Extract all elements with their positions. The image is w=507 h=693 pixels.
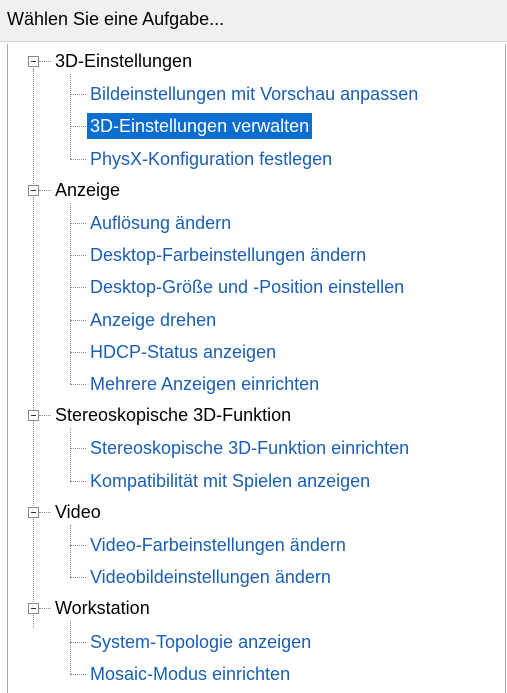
tree-connector [39,608,51,610]
tree-item-4-0[interactable]: System-Topologie anzeigen [87,629,314,655]
task-header: Wählen Sie eine Aufgabe... [0,0,507,42]
collapse-toggle-icon[interactable] [28,56,39,67]
tree-category-1[interactable]: Anzeige [55,178,120,208]
tree-connector [39,189,51,191]
tree-connector [70,673,86,675]
tree-item-3-0[interactable]: Video-Farbeinstellungen ändern [87,532,349,558]
tree-category-3[interactable]: Video [55,500,101,530]
tree-connector [39,415,51,417]
tree-connector [70,74,71,159]
tree-connector [70,126,86,128]
tree-connector [70,202,71,384]
tree-connector [70,577,86,579]
tree-item-1-3[interactable]: Anzeige drehen [87,307,219,333]
tree-connector [70,223,86,224]
tree-item-4-1[interactable]: Mosaic-Modus einrichten [87,661,293,687]
tree-item-1-4[interactable]: HDCP-Status anzeigen [87,339,279,365]
tree-connector [70,351,86,353]
tree-connector [70,621,71,674]
tree-item-0-1[interactable]: 3D-Einstellungen verwalten [87,113,313,140]
tree-category-2[interactable]: Stereoskopische 3D-Funktion [55,403,291,433]
tree-item-1-1[interactable]: Desktop-Farbeinstellungen ändern [87,242,369,268]
tree-connector [33,68,34,628]
tree-connector [70,545,86,546]
tree-connector [70,255,86,257]
tree-connector [70,319,86,321]
collapse-toggle-icon[interactable] [28,184,39,196]
tree-connector [70,428,71,481]
tree-item-2-1[interactable]: Kompatibilität mit Spielen anzeigen [87,468,373,494]
tree-category-0[interactable]: 3D-Einstellungen [55,49,192,79]
tree-connector [70,158,86,160]
tree-item-1-0[interactable]: Auflösung ändern [87,210,234,236]
tree-item-0-2[interactable]: PhysX-Konfiguration festlegen [87,146,335,172]
tree-connector [70,480,86,482]
task-header-title: Wählen Sie eine Aufgabe... [7,9,225,29]
tree-item-1-2[interactable]: Desktop-Größe und -Position einstellen [87,274,407,300]
tree-connector [70,384,86,385]
tree-connector [39,511,51,513]
tree-connector [70,641,86,643]
tree-connector [70,524,71,578]
tree-connector [70,94,86,96]
collapse-toggle-icon[interactable] [28,603,39,615]
tree-connector [70,287,86,289]
tree-connector [70,448,86,450]
collapse-toggle-icon[interactable] [28,506,39,518]
tree-item-0-0[interactable]: Bildeinstellungen mit Vorschau anpassen [87,81,421,107]
collapse-toggle-icon[interactable] [28,410,39,422]
tree-connector [39,61,51,62]
tree-item-2-0[interactable]: Stereoskopische 3D-Funktion einrichten [87,435,412,461]
tree-item-1-5[interactable]: Mehrere Anzeigen einrichten [87,371,322,397]
tree-item-3-1[interactable]: Videobildeinstellungen ändern [87,564,334,590]
